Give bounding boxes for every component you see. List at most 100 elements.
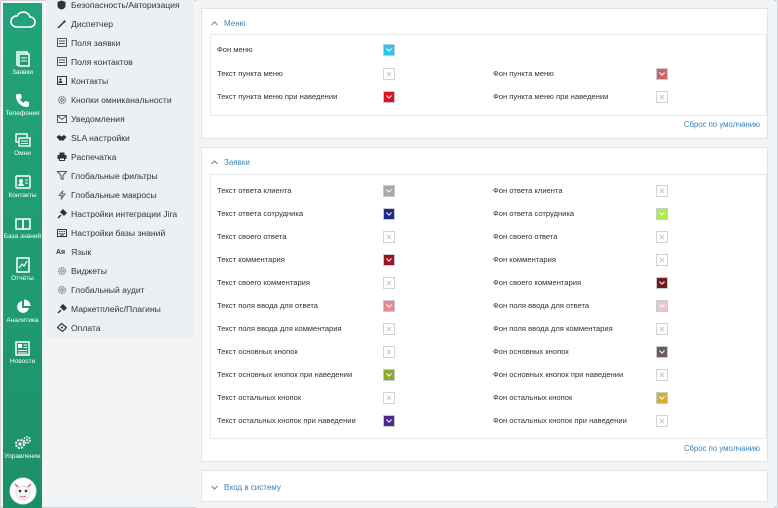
color-picker-swatch[interactable]	[656, 254, 668, 266]
menu-item-notifications[interactable]: Уведомления	[56, 109, 125, 128]
menu-item-global-filters[interactable]: Глобальные фильтры	[56, 166, 158, 185]
menu-item-label: Кнопки омниканальности	[71, 94, 172, 105]
color-setting-label: Фон ответа клиента	[493, 186, 563, 195]
menu-item-label: Поля заявки	[71, 37, 121, 48]
color-picker-swatch[interactable]	[383, 323, 395, 335]
chevron-down-icon	[386, 48, 392, 52]
chevron-down-icon	[386, 419, 392, 423]
color-picker-swatch[interactable]	[383, 44, 395, 56]
menu-item-contact-fields[interactable]: Поля контактов	[56, 52, 133, 71]
color-setting-label: Текст основных кнопок	[217, 347, 298, 356]
menu-item-language[interactable]: Aя Язык	[56, 242, 91, 261]
rail-item-knowledge-base[interactable]: База знаний	[3, 217, 42, 241]
color-setting-label: Текст поля ввода для комментария	[217, 324, 342, 333]
color-setting-label: Фон комментария	[493, 255, 556, 264]
close-icon	[386, 326, 392, 332]
reset-defaults-link[interactable]: Сброс по умолчанию	[684, 120, 760, 129]
rail-label: Омни	[14, 150, 31, 157]
section-login-toggle[interactable]: Вход в систему	[210, 481, 281, 493]
close-icon	[659, 257, 665, 263]
color-picker-swatch[interactable]	[656, 323, 668, 335]
rail-item-contacts[interactable]: Контакты	[3, 175, 42, 200]
reset-defaults-link[interactable]: Сброс по умолчанию	[684, 444, 760, 453]
color-picker-swatch[interactable]	[383, 91, 395, 103]
shield-icon	[56, 0, 67, 10]
close-icon	[386, 280, 392, 286]
section-title: Меню	[224, 18, 246, 28]
cloud-logo-icon[interactable]	[3, 11, 42, 29]
color-picker-swatch[interactable]	[656, 346, 668, 358]
contact-fields-icon	[56, 57, 67, 67]
color-picker-swatch[interactable]	[656, 67, 668, 80]
menu-item-print[interactable]: Распечатка	[56, 147, 116, 166]
rail-item-analytics[interactable]: Аналитика	[3, 299, 42, 325]
color-setting-label: Фон пункта меню при наведении	[493, 92, 609, 101]
menu-item-dispatcher[interactable]: Диспетчер	[56, 14, 113, 33]
rail-item-management[interactable]: Управление	[3, 435, 42, 461]
color-picker-swatch[interactable]	[656, 91, 668, 103]
rail-item-reports[interactable]: Отчёты	[3, 257, 42, 283]
menu-item-widgets[interactable]: Виджеты	[56, 261, 107, 280]
color-picker-swatch[interactable]	[383, 369, 395, 381]
color-setting-label: Текст ответа клиента	[217, 186, 292, 195]
menu-item-contacts[interactable]: Контакты	[56, 71, 108, 90]
color-picker-swatch[interactable]	[656, 300, 668, 312]
menu-item-kb-settings[interactable]: Настройки базы знаний	[56, 223, 165, 242]
color-picker-swatch[interactable]	[383, 300, 395, 312]
marketplace-icon	[56, 303, 67, 314]
color-picker-swatch[interactable]	[656, 231, 668, 243]
menu-item-label: Контакты	[71, 75, 109, 86]
tickets-colors-panel: Текст ответа клиента Текст ответа сотрудн…	[210, 174, 767, 439]
color-picker-swatch[interactable]	[383, 254, 395, 266]
color-picker-swatch[interactable]	[656, 277, 668, 289]
color-setting-label: Фон пункта меню	[493, 68, 554, 78]
color-picker-swatch[interactable]	[383, 415, 395, 427]
rail-item-news[interactable]: Новости	[3, 341, 42, 366]
color-picker-swatch[interactable]	[656, 208, 668, 220]
settings-menu: Безопасность/Авторизация Диспетчер Поля …	[46, 0, 194, 338]
section-tickets-toggle[interactable]: Заявки	[210, 156, 250, 168]
color-picker-swatch[interactable]	[383, 346, 395, 358]
close-icon	[659, 188, 665, 194]
color-picker-swatch[interactable]	[656, 392, 668, 404]
color-picker-swatch[interactable]	[656, 369, 668, 381]
rail-item-phone[interactable]: Телефония	[3, 93, 42, 118]
color-picker-swatch[interactable]	[383, 208, 395, 220]
menu-item-marketplace[interactable]: Маркетплейс/Плагины	[56, 299, 161, 318]
main-content: Меню Фон меню Текст пункта меню Текст пунк…	[196, 0, 774, 508]
color-setting-label: Фон меню	[217, 45, 253, 54]
rail-item-tickets[interactable]: Заявки	[3, 51, 42, 77]
color-picker-swatch[interactable]	[383, 277, 395, 289]
color-picker-swatch[interactable]	[656, 185, 668, 197]
rail-item-omni[interactable]: Омни	[3, 133, 42, 158]
lightning-icon	[56, 189, 67, 200]
avatar[interactable]	[3, 477, 42, 505]
color-setting-label: Фон остальных кнопок	[493, 393, 573, 402]
chevron-down-icon	[659, 396, 665, 400]
filter-icon	[56, 171, 67, 181]
wand-icon	[56, 19, 67, 29]
color-picker-swatch[interactable]	[656, 415, 668, 427]
section-menu-toggle[interactable]: Меню	[210, 17, 246, 29]
color-picker-swatch[interactable]	[383, 231, 395, 243]
chevron-down-icon	[659, 212, 665, 216]
color-setting-label: Текст своего комментария	[217, 278, 311, 287]
menu-item-omni-buttons[interactable]: Кнопки омниканальности	[56, 90, 172, 109]
menu-item-label: Маркетплейс/Плагины	[71, 303, 161, 314]
chevron-down-icon	[659, 350, 665, 354]
color-picker-swatch[interactable]	[383, 185, 395, 197]
menu-item-label: Глобальный аудит	[71, 284, 145, 295]
close-icon	[659, 326, 665, 332]
menu-item-global-audit[interactable]: Глобальный аудит	[56, 280, 145, 299]
menu-item-label: Настройки базы знаний	[71, 227, 166, 238]
menu-item-global-macros[interactable]: Глобальные макросы	[56, 185, 157, 204]
menu-item-ticket-fields[interactable]: Поля заявки	[56, 33, 120, 52]
menu-item-sla[interactable]: SLA настройки	[56, 128, 130, 147]
color-picker-swatch[interactable]	[383, 392, 395, 404]
menu-item-payment[interactable]: Оплата	[56, 318, 101, 337]
chevron-up-icon	[211, 20, 218, 25]
color-picker-swatch[interactable]	[383, 67, 395, 80]
chevron-down-icon	[211, 485, 218, 490]
menu-item-security[interactable]: Безопасность/Авторизация	[56, 0, 180, 14]
menu-item-jira[interactable]: Настройки интеграции Jira	[56, 204, 177, 223]
